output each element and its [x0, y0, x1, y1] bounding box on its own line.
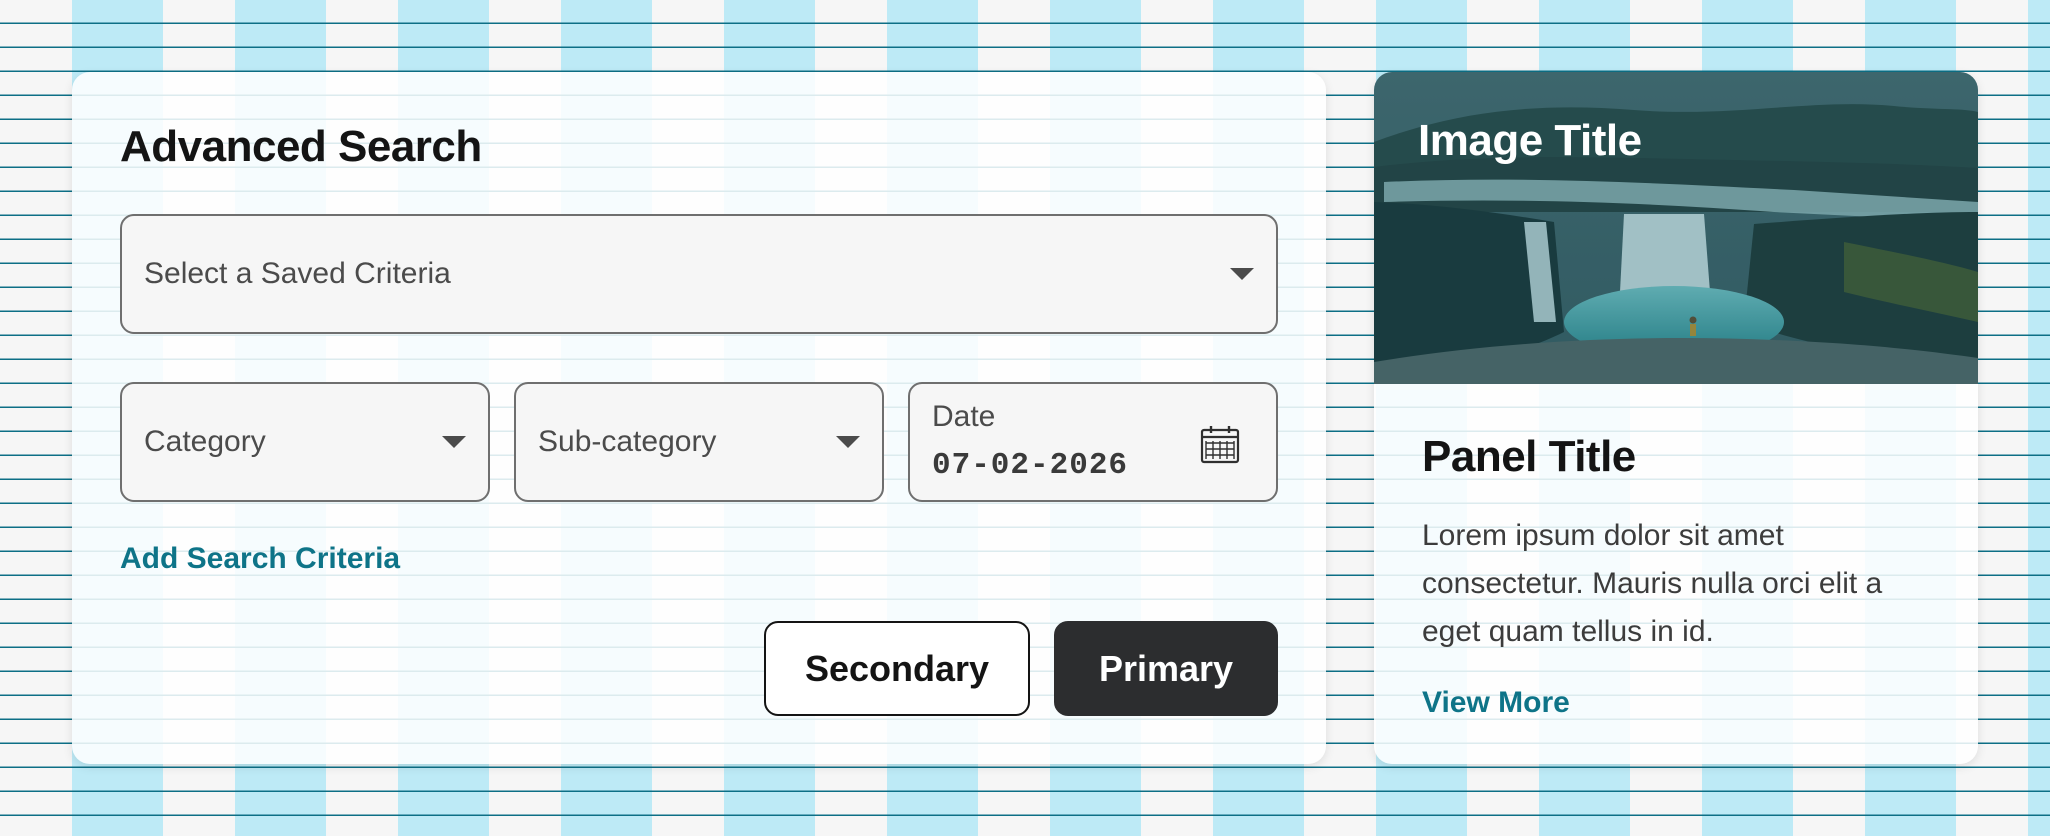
panel-title: Panel Title [1422, 432, 1636, 481]
image-title: Image Title [1418, 116, 1642, 165]
date-value: 07-02-2026 [932, 448, 1129, 483]
panel-card: Image Title Panel Title Lorem ipsum dolo… [1374, 72, 1978, 764]
saved-criteria-placeholder: Select a Saved Criteria [144, 257, 451, 290]
chevron-down-icon [836, 436, 860, 448]
chevron-down-icon [1230, 268, 1254, 280]
chevron-down-icon [442, 436, 466, 448]
panel-body-text: Lorem ipsum dolor sit amet consectetur. … [1422, 519, 1883, 648]
advanced-search-title: Advanced Search [120, 122, 482, 171]
subcategory-placeholder: Sub-category [538, 425, 717, 458]
category-placeholder: Category [144, 425, 266, 458]
subcategory-select[interactable]: Sub-category [514, 382, 884, 502]
primary-button[interactable]: Primary [1054, 621, 1278, 716]
date-field[interactable]: Date 07-02-2026 [908, 382, 1278, 502]
secondary-button[interactable]: Secondary [764, 621, 1030, 716]
advanced-search-card: Advanced Search Select a Saved Criteria … [72, 72, 1326, 764]
category-select[interactable]: Category [120, 382, 490, 502]
date-label: Date [932, 400, 996, 433]
calendar-icon[interactable] [1200, 424, 1240, 464]
view-more-link[interactable]: View More [1422, 686, 1570, 720]
add-search-criteria-link[interactable]: Add Search Criteria [120, 542, 400, 576]
saved-criteria-select[interactable]: Select a Saved Criteria [120, 214, 1278, 334]
